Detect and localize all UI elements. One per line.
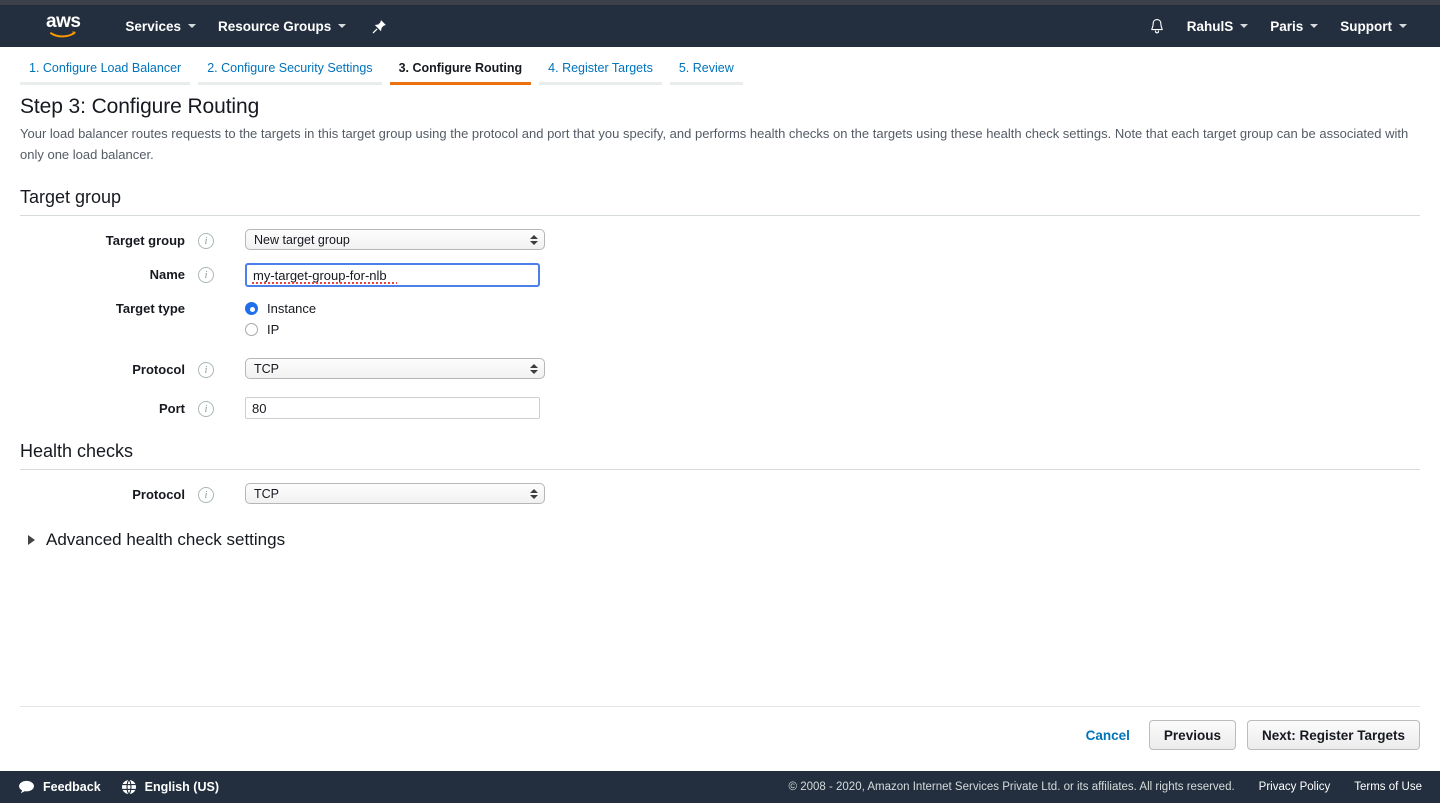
global-navigation-bar: aws Services Resource Groups (0, 5, 1440, 47)
globe-icon (121, 779, 137, 795)
notifications-bell-icon[interactable] (1138, 5, 1176, 47)
nav-support-label: Support (1340, 19, 1392, 34)
nav-support-menu[interactable]: Support (1329, 5, 1418, 47)
port-field (245, 397, 540, 419)
terms-of-use-link[interactable]: Terms of Use (1354, 781, 1422, 793)
target-group-select[interactable]: New target group (245, 229, 545, 250)
nav-region-label: Paris (1270, 19, 1303, 34)
target-type-radio-group: Instance IP (245, 297, 316, 340)
chevron-down-icon (1310, 24, 1318, 28)
copyright-text: © 2008 - 2020, Amazon Internet Services … (789, 781, 1235, 793)
port-label: Port (20, 397, 185, 416)
info-icon[interactable]: i (198, 487, 214, 503)
health-check-protocol-field: TCP (245, 483, 545, 504)
aws-smile-icon (50, 30, 77, 38)
language-label: English (US) (145, 780, 219, 794)
nav-resource-groups-menu[interactable]: Resource Groups (207, 5, 357, 47)
chevron-down-icon (1240, 24, 1248, 28)
field-row-port: Port i (20, 397, 1420, 419)
radio-option-instance[interactable]: Instance (245, 298, 316, 319)
actions-divider (20, 706, 1420, 707)
chevron-right-icon (28, 535, 35, 545)
section-divider (20, 469, 1420, 470)
chevron-down-icon (1399, 24, 1407, 28)
advanced-health-check-settings-expander[interactable]: Advanced health check settings (28, 530, 1420, 550)
target-group-section-heading: Target group (20, 187, 1420, 208)
field-row-target-group: Target group i New target group (20, 229, 1420, 250)
language-button[interactable]: English (US) (121, 779, 219, 795)
radio-option-ip[interactable]: IP (245, 319, 316, 340)
target-group-label: Target group (20, 229, 185, 248)
field-row-health-check-protocol: Protocol i TCP (20, 483, 1420, 504)
radio-instance-label: Instance (267, 301, 316, 316)
nav-account-menu[interactable]: RahulS (1176, 5, 1260, 47)
tab-configure-load-balancer[interactable]: 1. Configure Load Balancer (20, 58, 190, 85)
info-icon[interactable]: i (198, 362, 214, 378)
health-check-protocol-select[interactable]: TCP (245, 483, 545, 504)
aws-wordmark: aws (46, 14, 80, 29)
field-row-protocol: Protocol i TCP (20, 358, 1420, 379)
aws-logo[interactable]: aws (46, 5, 80, 47)
protocol-label: Protocol (20, 358, 185, 377)
field-row-name: Name i (20, 263, 1420, 287)
info-icon[interactable]: i (198, 267, 214, 283)
next-register-targets-button[interactable]: Next: Register Targets (1247, 720, 1420, 750)
radio-ip-icon[interactable] (245, 323, 258, 336)
wizard-action-bar: Cancel Previous Next: Register Targets (1078, 720, 1420, 750)
tab-review[interactable]: 5. Review (670, 58, 743, 85)
name-input[interactable] (245, 263, 540, 287)
tab-configure-routing[interactable]: 3. Configure Routing (390, 58, 532, 85)
target-group-field: New target group (245, 229, 545, 250)
chevron-down-icon (188, 24, 196, 28)
radio-ip-label: IP (267, 322, 279, 337)
page-footer: Feedback English (US) © 2008 - 2020, Ama… (0, 771, 1440, 803)
page-title: Step 3: Configure Routing (20, 95, 1420, 119)
page: aws Services Resource Groups (0, 0, 1440, 803)
name-label: Name (20, 263, 185, 282)
target-type-label: Target type (20, 297, 185, 316)
pin-icon[interactable] (361, 5, 397, 47)
previous-button[interactable]: Previous (1149, 720, 1236, 750)
nav-services-label: Services (125, 19, 181, 34)
cancel-button[interactable]: Cancel (1078, 728, 1138, 743)
nav-account-label: RahulS (1187, 19, 1234, 34)
privacy-policy-link[interactable]: Privacy Policy (1259, 781, 1331, 793)
tab-configure-security-settings[interactable]: 2. Configure Security Settings (198, 58, 381, 85)
protocol-select[interactable]: TCP (245, 358, 545, 379)
main-content: Step 3: Configure Routing Your load bala… (0, 95, 1440, 550)
info-icon[interactable]: i (198, 233, 214, 249)
nav-region-menu[interactable]: Paris (1259, 5, 1329, 47)
protocol-field: TCP (245, 358, 545, 379)
nav-resource-groups-label: Resource Groups (218, 19, 331, 34)
radio-instance-icon[interactable] (245, 302, 258, 315)
speech-bubble-icon (18, 780, 35, 794)
advanced-health-check-settings-label: Advanced health check settings (46, 530, 285, 550)
chevron-down-icon (338, 24, 346, 28)
wizard-step-tabs: 1. Configure Load Balancer 2. Configure … (0, 47, 1440, 85)
health-check-protocol-label: Protocol (20, 483, 185, 502)
port-input[interactable] (245, 397, 540, 419)
nav-services-menu[interactable]: Services (114, 5, 207, 47)
field-row-target-type: Target type i Instance IP (20, 297, 1420, 340)
page-description: Your load balancer routes requests to th… (20, 123, 1420, 165)
feedback-label: Feedback (43, 780, 101, 794)
feedback-button[interactable]: Feedback (18, 780, 101, 794)
name-field (245, 263, 540, 287)
info-icon[interactable]: i (198, 401, 214, 417)
health-checks-section-heading: Health checks (20, 441, 1420, 462)
section-divider (20, 215, 1420, 216)
tab-register-targets[interactable]: 4. Register Targets (539, 58, 662, 85)
